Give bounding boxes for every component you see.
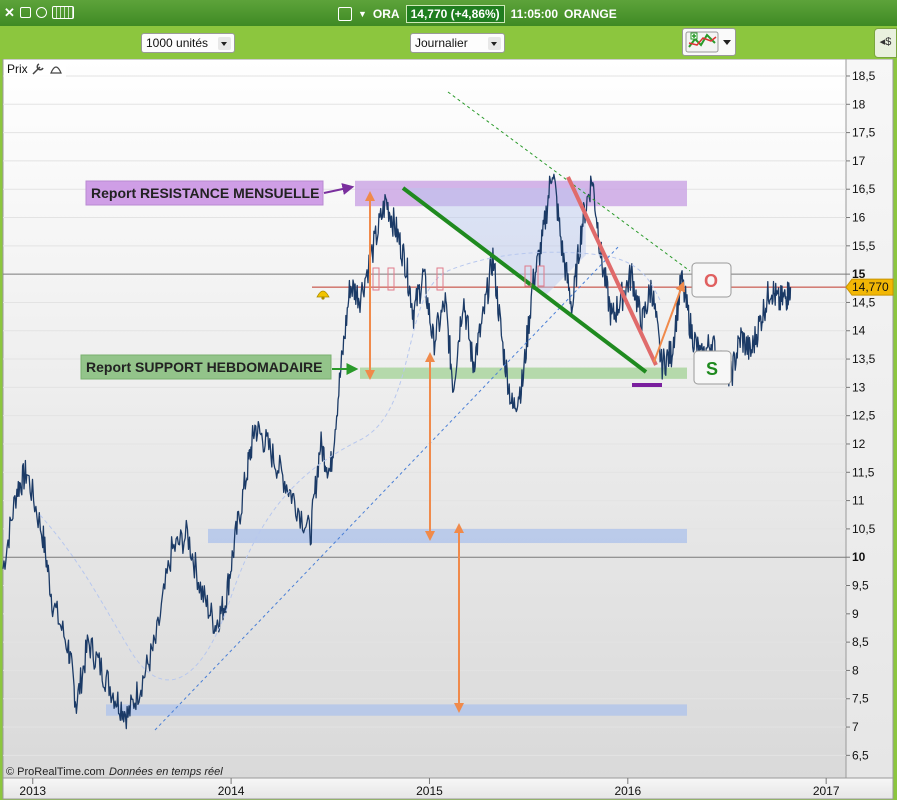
quote-time: 11:05:00 (510, 7, 559, 21)
close-icon[interactable]: ✕ (4, 6, 15, 19)
app-window: ✕ ▼ ORA 14,770 (+4,86%) 11:05:00 ORANGE … (0, 0, 897, 800)
y-tick-label: 12,5 (852, 409, 876, 423)
y-tick-label: 9 (852, 607, 859, 621)
y-tick-label: 14,5 (852, 295, 876, 309)
candlestick-icon (338, 7, 352, 21)
symbol: ORA (372, 7, 400, 21)
chevron-down-icon (218, 37, 231, 50)
instrument-name: ORANGE (564, 7, 617, 21)
y-tick-label: 17 (852, 154, 866, 168)
y-tick-label: 17,5 (852, 126, 876, 140)
copyright-note: Données en temps réel (109, 766, 223, 778)
y-tick-label: 6,5 (852, 748, 869, 762)
box-o-label: O (704, 271, 718, 291)
y-tick-label: 10 (852, 550, 866, 564)
y-tick-label: 10,5 (852, 522, 876, 536)
y-tick-label: 11,5 (852, 465, 875, 479)
period-select[interactable]: Journalier (410, 33, 505, 53)
units-select[interactable]: 1000 unités (141, 33, 235, 53)
title-bar: ✕ ▼ ORA 14,770 (+4,86%) 11:05:00 ORANGE (0, 0, 897, 26)
keyboard-icon[interactable] (51, 6, 74, 19)
y-tick-label: 15,5 (852, 239, 876, 253)
y-tick-label: 13,5 (852, 352, 876, 366)
resistance-label: Report RESISTANCE MENSUELLE (91, 185, 319, 201)
y-tick-label: 14 (852, 324, 866, 338)
blue-zone-low (106, 704, 687, 716)
add-indicator-button[interactable] (682, 28, 736, 56)
y-tick-label: 18 (852, 97, 866, 111)
restore-icon[interactable] (35, 7, 47, 18)
x-tick-label: 2013 (19, 784, 46, 798)
x-tick-label: 2017 (813, 784, 840, 798)
title-center: ▼ ORA 14,770 (+4,86%) 11:05:00 ORANGE (338, 5, 617, 23)
last-price-label: 14,770 (852, 280, 889, 294)
y-tick-label: 12 (852, 437, 866, 451)
arrows-icon: ◂$ (879, 36, 892, 48)
y-tick-label: 7 (852, 720, 859, 734)
y-tick-label: 16,5 (852, 182, 876, 196)
x-tick-label: 2014 (218, 784, 245, 798)
box-s-label: S (706, 359, 718, 379)
period-select-value: Journalier (415, 36, 468, 50)
last-price-marker: 14,770 (845, 278, 894, 296)
y-tick-label: 11 (852, 494, 865, 508)
blue-zone-mid (208, 528, 687, 544)
panel-label: Prix (7, 62, 28, 76)
copyright-brand: © ProRealTime.com (6, 766, 105, 778)
price-badge: 14,770 (+4,86%) (405, 5, 505, 23)
y-tick-label: 16 (852, 211, 866, 225)
y-tick-label: 9,5 (852, 579, 869, 593)
y-tick-label: 8 (852, 663, 859, 677)
price-chart: Report RESISTANCE MENSUELLE Report SUPPO… (2, 59, 894, 800)
y-tick-label: 18,5 (852, 69, 876, 83)
time-axis (2, 777, 894, 800)
window-controls: ✕ (4, 6, 74, 19)
indicator-chart-icon (685, 31, 731, 53)
y-tick-label: 7,5 (852, 692, 869, 706)
x-tick-label: 2015 (416, 784, 443, 798)
chevron-down-icon[interactable]: ▼ (358, 9, 367, 19)
support-label: Report SUPPORT HEBDOMADAIRE (86, 359, 322, 375)
maximize-icon[interactable] (19, 7, 31, 18)
y-tick-label: 8,5 (852, 635, 869, 649)
x-tick-label: 2016 (614, 784, 641, 798)
units-select-value: 1000 unités (146, 36, 209, 50)
chevron-down-icon (488, 37, 501, 50)
side-panel-toggle[interactable]: ◂$ (874, 28, 897, 58)
y-tick-label: 13 (852, 380, 866, 394)
